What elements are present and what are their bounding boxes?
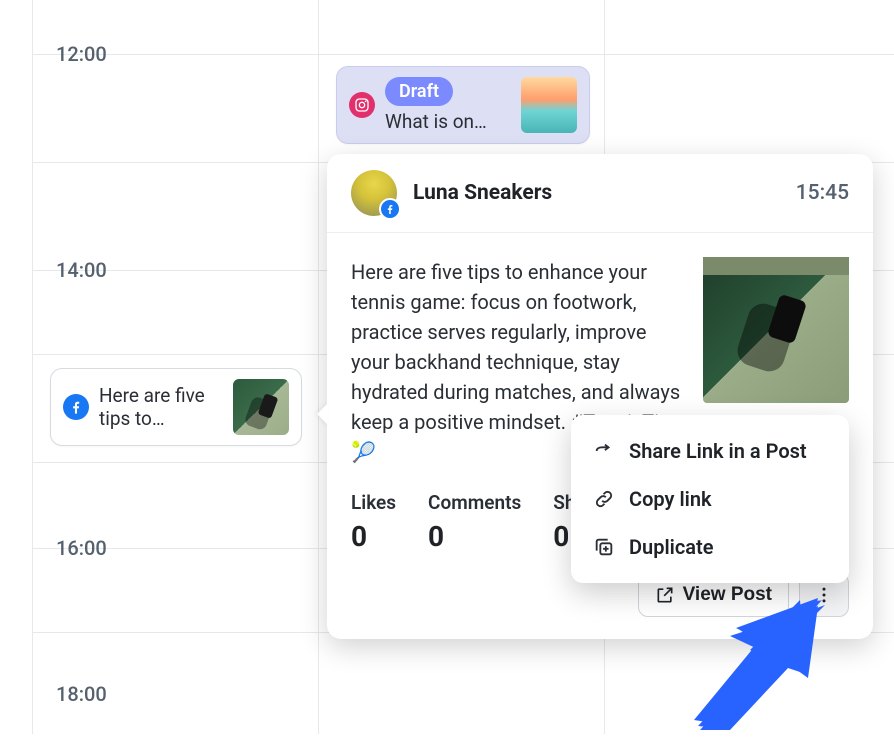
facebook-icon bbox=[63, 394, 89, 420]
context-menu: Share Link in a Post Copy link Duplicate bbox=[571, 415, 849, 583]
menu-item-label: Copy link bbox=[629, 487, 712, 511]
calendar-event-draft[interactable]: Draft What is on… bbox=[336, 66, 590, 144]
popover-header: Luna Sneakers 15:45 bbox=[327, 154, 873, 233]
account-name: Luna Sneakers bbox=[413, 181, 796, 205]
instagram-icon bbox=[349, 92, 375, 118]
stat-label-likes: Likes bbox=[351, 491, 396, 514]
stat-value-comments: 0 bbox=[428, 520, 521, 553]
menu-item-label: Duplicate bbox=[629, 535, 713, 559]
menu-item-share[interactable]: Share Link in a Post bbox=[571, 427, 849, 475]
stat-value-likes: 0 bbox=[351, 520, 396, 553]
event-thumbnail bbox=[521, 77, 577, 133]
event-thumbnail bbox=[233, 379, 289, 435]
facebook-icon bbox=[379, 198, 401, 220]
menu-item-copy-link[interactable]: Copy link bbox=[571, 475, 849, 523]
time-label: 18:00 bbox=[56, 682, 107, 706]
duplicate-icon bbox=[593, 536, 615, 558]
popover-arrow bbox=[317, 402, 329, 426]
view-post-label: View Post bbox=[683, 584, 772, 606]
event-snippet: What is on… bbox=[385, 110, 511, 133]
stat-label-comments: Comments bbox=[428, 491, 521, 514]
time-label: 16:00 bbox=[56, 536, 107, 560]
time-label: 12:00 bbox=[56, 42, 107, 66]
post-image bbox=[703, 257, 849, 403]
post-time: 15:45 bbox=[796, 181, 849, 205]
more-vertical-icon bbox=[814, 585, 834, 605]
time-label: 14:00 bbox=[56, 258, 107, 282]
link-icon bbox=[593, 488, 615, 510]
calendar-event-tennis[interactable]: Here are five tips to… bbox=[50, 368, 302, 446]
share-arrow-icon bbox=[593, 440, 615, 462]
menu-item-label: Share Link in a Post bbox=[629, 439, 807, 463]
menu-item-duplicate[interactable]: Duplicate bbox=[571, 523, 849, 571]
event-snippet: Here are five tips to… bbox=[99, 384, 223, 430]
avatar bbox=[351, 170, 397, 216]
post-popover: Luna Sneakers 15:45 Here are five tips t… bbox=[327, 154, 873, 639]
draft-badge: Draft bbox=[385, 77, 453, 106]
